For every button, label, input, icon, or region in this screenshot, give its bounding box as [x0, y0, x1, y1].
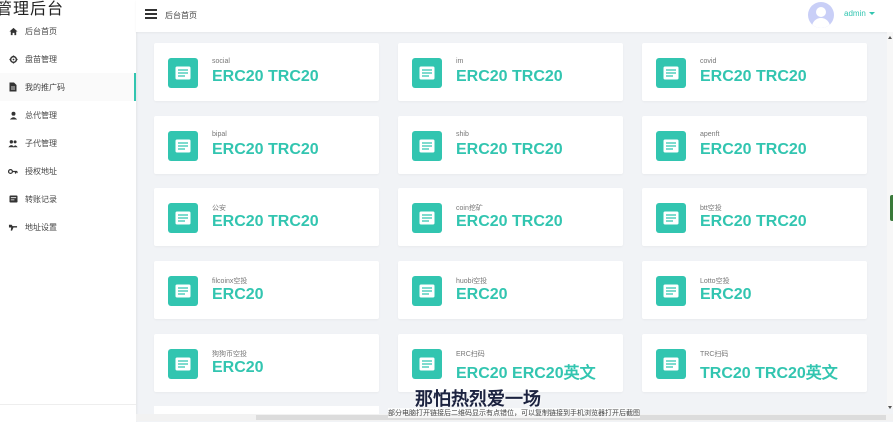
card-item[interactable]: huobi空投 ERC20 — [398, 261, 623, 319]
card-item[interactable]: social ERC20 TRC20 — [154, 43, 379, 101]
qr-card-icon — [656, 131, 686, 161]
card-name: huobi空投 — [456, 278, 488, 285]
tool-icon — [8, 222, 18, 232]
card-name: im — [456, 58, 464, 65]
sidebar-item-address-settings[interactable]: 地址设置 — [0, 213, 136, 241]
card-name: social — [212, 58, 230, 65]
sidebar-item-transfer-records[interactable]: 转账记录 — [0, 185, 136, 213]
card-item[interactable]: shib ERC20 TRC20 — [398, 116, 623, 174]
card-value: ERC20 ERC20英文 — [456, 365, 596, 382]
card-name: filcoinx空投 — [212, 278, 248, 285]
scroll-down-icon[interactable] — [888, 406, 892, 409]
sidebar-item-label: 盘苗管理 — [25, 54, 57, 64]
qr-card-icon — [656, 58, 686, 88]
qr-card-icon — [168, 203, 198, 233]
card-value: ERC20 TRC20 — [212, 213, 319, 230]
qr-card-icon — [412, 131, 442, 161]
card-name: Lotto空投 — [700, 278, 730, 285]
card-value: ERC20 TRC20 — [456, 213, 563, 230]
card-value: ERC20 TRC20 — [212, 141, 319, 158]
username: admin — [844, 9, 866, 18]
card-value: ERC20 — [700, 286, 752, 303]
card-item[interactable]: 公安 ERC20 TRC20 — [154, 188, 379, 246]
video-caption: 部分电脑打开链接后二维码显示有点错位，可以复制链接到手机浏览器打开后截图 — [388, 408, 640, 418]
sidebar-item-general-agent[interactable]: 总代管理 — [0, 101, 136, 129]
card-name: TRC扫码 — [700, 351, 729, 358]
sidebar-item-promo-code[interactable]: 我的推广码 — [0, 73, 136, 101]
file-icon — [8, 82, 18, 92]
qr-card-icon — [412, 349, 442, 379]
qr-card-icon — [656, 349, 686, 379]
key-icon — [8, 166, 18, 176]
qr-card-icon — [168, 276, 198, 306]
sidebar-item-label: 子代管理 — [25, 138, 57, 148]
card-name: covid — [700, 58, 717, 65]
card-value: ERC20 TRC20 — [700, 68, 807, 85]
caret-down-icon — [868, 12, 875, 16]
card-item[interactable]: bipal ERC20 TRC20 — [154, 116, 379, 174]
top-header: 后台首页 admin — [136, 0, 893, 32]
scroll-up-icon[interactable] — [888, 36, 892, 39]
card-name: bipal — [212, 131, 227, 138]
qr-card-icon — [168, 58, 198, 88]
qr-card-icon — [656, 203, 686, 233]
card-item[interactable]: covid ERC20 TRC20 — [642, 43, 867, 101]
qr-card-icon — [412, 276, 442, 306]
card-item[interactable]: 狗狗币空投 ERC20 — [154, 334, 379, 392]
card-value: ERC20 — [456, 286, 508, 303]
card-value: ERC20 TRC20 — [456, 68, 563, 85]
card-value: ERC20 — [212, 359, 264, 376]
qr-card-icon — [412, 203, 442, 233]
card-name: ERC扫码 — [456, 351, 485, 358]
card-value: ERC20 TRC20 — [700, 141, 807, 158]
card-item[interactable]: btt空投 ERC20 TRC20 — [642, 188, 867, 246]
card-item[interactable]: im ERC20 TRC20 — [398, 43, 623, 101]
card-value: ERC20 TRC20 — [212, 68, 319, 85]
qr-card-icon — [168, 349, 198, 379]
menu-toggle-icon[interactable] — [145, 9, 157, 19]
sidebar-item-label: 后台首页 — [25, 26, 57, 36]
home-icon — [8, 26, 18, 36]
card-name: 公安 — [212, 205, 226, 212]
user-menu[interactable]: admin — [844, 9, 875, 18]
card-name: btt空投 — [700, 205, 722, 212]
card-name: coin挖矿 — [456, 205, 483, 212]
sidebar-footer — [0, 404, 136, 422]
avatar[interactable] — [808, 2, 834, 28]
card-value: ERC20 TRC20 — [456, 141, 563, 158]
card-value: ERC20 — [212, 286, 264, 303]
breadcrumb: 后台首页 — [165, 11, 197, 20]
sidebar-item-label: 总代管理 — [25, 110, 57, 120]
card-item[interactable]: filcoinx空投 ERC20 — [154, 261, 379, 319]
sidebar-item-home[interactable]: 后台首页 — [0, 17, 136, 45]
card-value: ERC20 TRC20 — [700, 213, 807, 230]
card-item[interactable]: coin挖矿 ERC20 TRC20 — [398, 188, 623, 246]
user-icon — [8, 110, 18, 120]
sidebar-menu: 后台首页 盘苗管理 我的推广码 总代管理 子代管理 授权地址 转账记录 地址设置 — [0, 17, 136, 241]
card-item[interactable]: ERC扫码 ERC20 ERC20英文 — [398, 334, 623, 392]
qr-card-icon — [168, 131, 198, 161]
card-item[interactable]: apenft ERC20 TRC20 — [642, 116, 867, 174]
users-icon — [8, 138, 18, 148]
gear-icon — [8, 54, 18, 64]
sidebar-item-auth-address[interactable]: 授权地址 — [0, 157, 136, 185]
qr-card-icon — [412, 58, 442, 88]
sidebar-item-label: 我的推广码 — [25, 82, 65, 92]
card-item[interactable]: Lotto空投 ERC20 — [642, 261, 867, 319]
card-item[interactable]: TRC扫码 TRC20 TRC20英文 — [642, 334, 867, 392]
card-name: 狗狗币空投 — [212, 351, 247, 358]
card-name: shib — [456, 131, 469, 138]
sidebar-item-label: 地址设置 — [25, 222, 57, 232]
sidebar-item-sub-agent[interactable]: 子代管理 — [0, 129, 136, 157]
card-value: TRC20 TRC20英文 — [700, 365, 838, 382]
sidebar-item-pool[interactable]: 盘苗管理 — [0, 45, 136, 73]
list-icon — [8, 194, 18, 204]
sidebar-item-label: 授权地址 — [25, 166, 57, 176]
sidebar-item-label: 转账记录 — [25, 194, 57, 204]
card-name: apenft — [700, 131, 720, 138]
qr-card-icon — [656, 276, 686, 306]
sidebar: 管理后台 后台首页 盘苗管理 我的推广码 总代管理 子代管理 授权地址 转账记录… — [0, 0, 136, 421]
